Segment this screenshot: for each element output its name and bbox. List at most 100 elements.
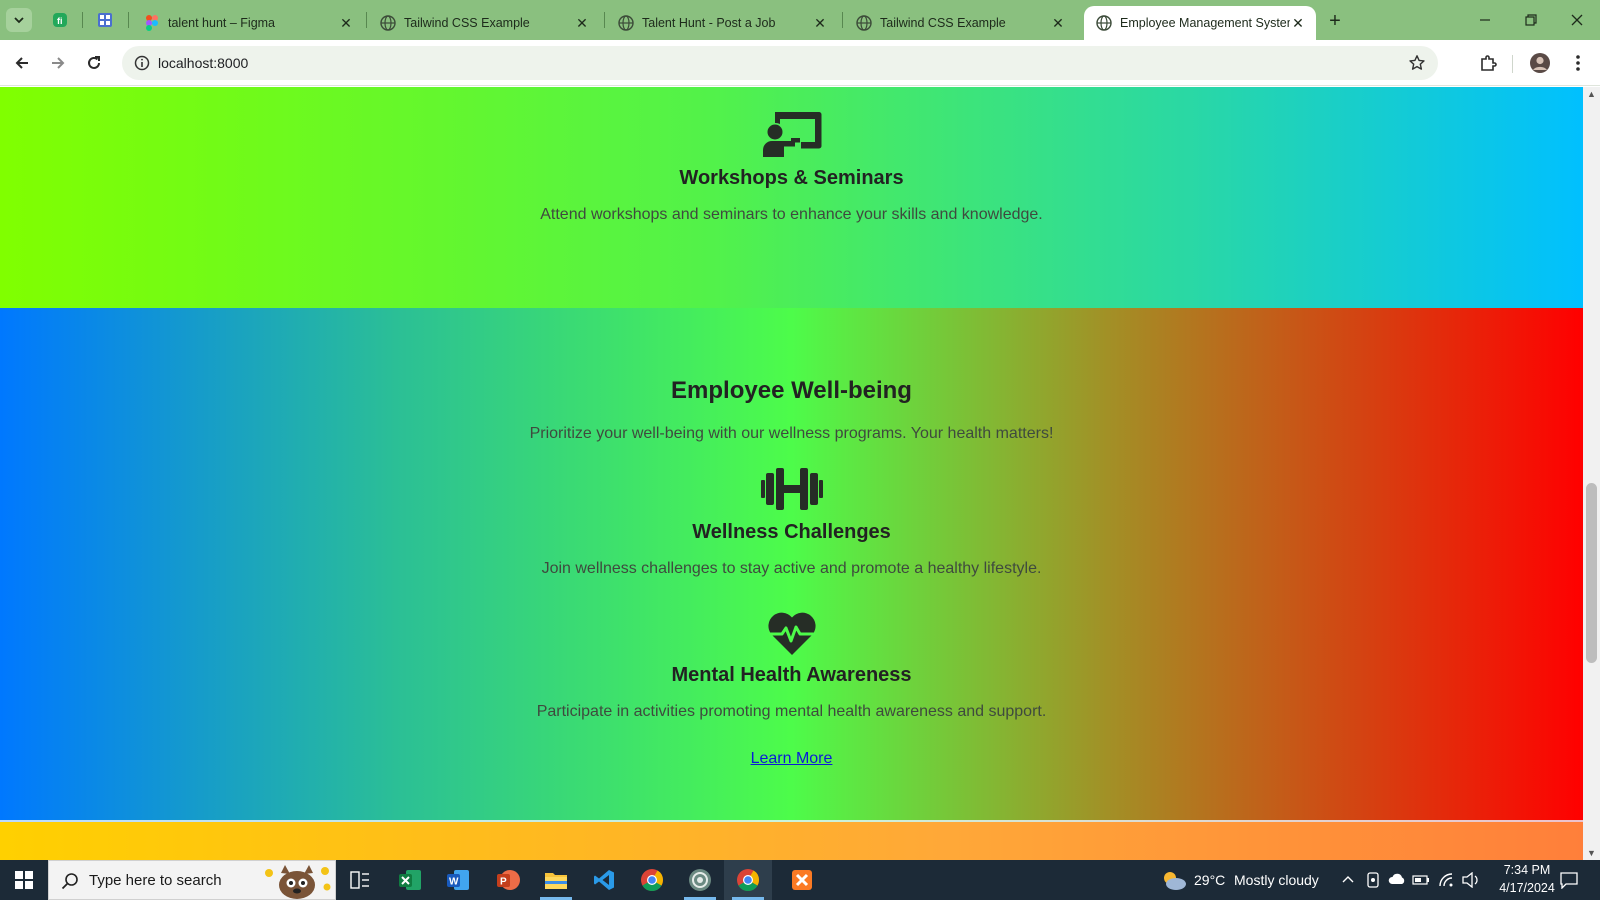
svg-text:fi: fi [57, 16, 63, 26]
wellbeing-title: Employee Well-being [671, 377, 912, 404]
chrome-app-active[interactable] [724, 860, 772, 900]
meet-now-icon[interactable] [1366, 872, 1380, 888]
next-section [0, 822, 1583, 860]
puzzle-icon [1481, 55, 1497, 71]
search-highlight-icon [265, 865, 331, 899]
scroll-up-icon[interactable]: ▲ [1583, 87, 1600, 101]
chrome-app[interactable] [628, 860, 676, 900]
weather-temp[interactable]: 29°C [1194, 872, 1225, 888]
wellbeing-section: Employee Well-being Prioritize your well… [0, 308, 1583, 822]
workshops-section: Workshops & Seminars Attend workshops an… [0, 87, 1583, 308]
dumbbell-icon [0, 468, 1583, 510]
xampp-icon [792, 870, 812, 890]
close-icon[interactable]: ✕ [812, 15, 828, 31]
screen: fi talent hunt – Figma ✕ Tailwind CSS Ex… [0, 0, 1600, 900]
chevron-down-icon [14, 17, 24, 24]
globe-icon [856, 15, 872, 31]
notification-icon[interactable] [1560, 871, 1578, 889]
toolbar-separator [1512, 55, 1513, 73]
page-scrollbar[interactable]: ▲ ▼ [1583, 87, 1600, 860]
arrow-left-icon [15, 57, 28, 69]
mental-health-title: Mental Health Awareness [671, 664, 912, 686]
app-icon [689, 869, 711, 891]
pinned-tab-2[interactable] [94, 9, 116, 31]
powerpoint-icon: P [497, 870, 520, 890]
scrollbar-thumb[interactable] [1586, 483, 1597, 663]
grid-favicon-icon [98, 13, 112, 27]
extensions-button[interactable] [1474, 49, 1502, 77]
clock-time[interactable]: 7:34 PM [1492, 863, 1562, 877]
task-view-icon [350, 871, 369, 889]
wifi-icon[interactable] [1438, 872, 1454, 888]
volume-icon[interactable] [1462, 872, 1480, 888]
excel-icon [399, 870, 421, 890]
pinned-tab-1[interactable]: fi [49, 9, 71, 31]
excel-app[interactable] [386, 860, 434, 900]
learn-more-link[interactable]: Learn More [751, 750, 833, 767]
clock-date[interactable]: 4/17/2024 [1488, 881, 1566, 895]
tab-title: Tailwind CSS Example [880, 16, 1006, 30]
kebab-menu-icon [1576, 55, 1580, 71]
minimize-icon [1480, 19, 1490, 21]
reload-icon [88, 56, 100, 69]
tab-figma[interactable]: talent hunt – Figma ✕ [132, 6, 364, 40]
cloud-icon[interactable] [1388, 873, 1406, 885]
tab-title: talent hunt – Figma [168, 16, 276, 30]
tab-tailwind-2[interactable]: Tailwind CSS Example ✕ [844, 6, 1076, 40]
vscode-icon [594, 870, 614, 890]
powerpoint-app[interactable]: P [484, 860, 532, 900]
tab-separator [128, 12, 129, 28]
workshops-title: Workshops & Seminars [679, 167, 904, 189]
tab-search-button[interactable] [6, 8, 32, 32]
vscode-app[interactable] [580, 860, 628, 900]
forward-button[interactable] [44, 49, 72, 77]
restore-button[interactable] [1508, 0, 1554, 40]
wellbeing-subtitle: Prioritize your well-being with our well… [529, 425, 1054, 442]
tab-employee-management[interactable]: Employee Management System ✕ [1084, 6, 1316, 40]
reload-button[interactable] [80, 49, 108, 77]
profile-button[interactable] [1526, 49, 1554, 77]
info-icon[interactable] [134, 55, 150, 71]
tab-separator [366, 12, 367, 28]
star-icon[interactable] [1408, 54, 1426, 72]
address-bar[interactable]: localhost:8000 [122, 46, 1438, 80]
close-icon[interactable]: ✕ [1290, 15, 1306, 31]
chevron-up-icon[interactable] [1342, 874, 1354, 884]
tab-post-job[interactable]: Talent Hunt - Post a Job ✕ [606, 6, 838, 40]
minimize-button[interactable] [1462, 0, 1508, 40]
taskbar-search-box[interactable]: Type here to search [48, 860, 336, 900]
scroll-down-icon[interactable]: ▼ [1583, 846, 1600, 860]
svg-text:P: P [500, 877, 507, 888]
weather-condition[interactable]: Mostly cloudy [1234, 872, 1319, 888]
close-icon[interactable]: ✕ [574, 15, 590, 31]
wellness-challenges-description: Join wellness challenges to stay active … [541, 560, 1042, 577]
photos-app[interactable] [676, 860, 724, 900]
close-window-button[interactable] [1554, 0, 1600, 40]
avatar-icon [1530, 53, 1550, 73]
menu-button[interactable] [1564, 49, 1592, 77]
restore-icon [1525, 14, 1537, 26]
windows-taskbar: Type here to search W P 29°C Mostly clou… [0, 860, 1600, 900]
windows-logo-icon [15, 871, 33, 889]
chrome-icon [641, 869, 663, 891]
close-icon[interactable]: ✕ [1050, 15, 1066, 31]
globe-icon [380, 15, 396, 31]
back-button[interactable] [8, 49, 36, 77]
tab-tailwind-1[interactable]: Tailwind CSS Example ✕ [368, 6, 600, 40]
weather-icon[interactable] [1160, 869, 1188, 891]
new-tab-button[interactable]: + [1324, 10, 1346, 32]
figma-icon [144, 15, 160, 31]
close-icon[interactable]: ✕ [338, 15, 354, 31]
battery-icon[interactable] [1412, 874, 1430, 886]
page-viewport: Workshops & Seminars Attend workshops an… [0, 87, 1583, 860]
url-text: localhost:8000 [158, 55, 249, 71]
arrow-right-icon [52, 57, 65, 69]
folder-icon [545, 873, 567, 889]
file-explorer-app[interactable] [532, 860, 580, 900]
xampp-app[interactable] [778, 860, 826, 900]
search-placeholder: Type here to search [89, 872, 222, 889]
word-app[interactable]: W [434, 860, 482, 900]
task-view-button[interactable] [336, 860, 384, 900]
tab-separator [604, 12, 605, 28]
start-button[interactable] [0, 860, 48, 900]
